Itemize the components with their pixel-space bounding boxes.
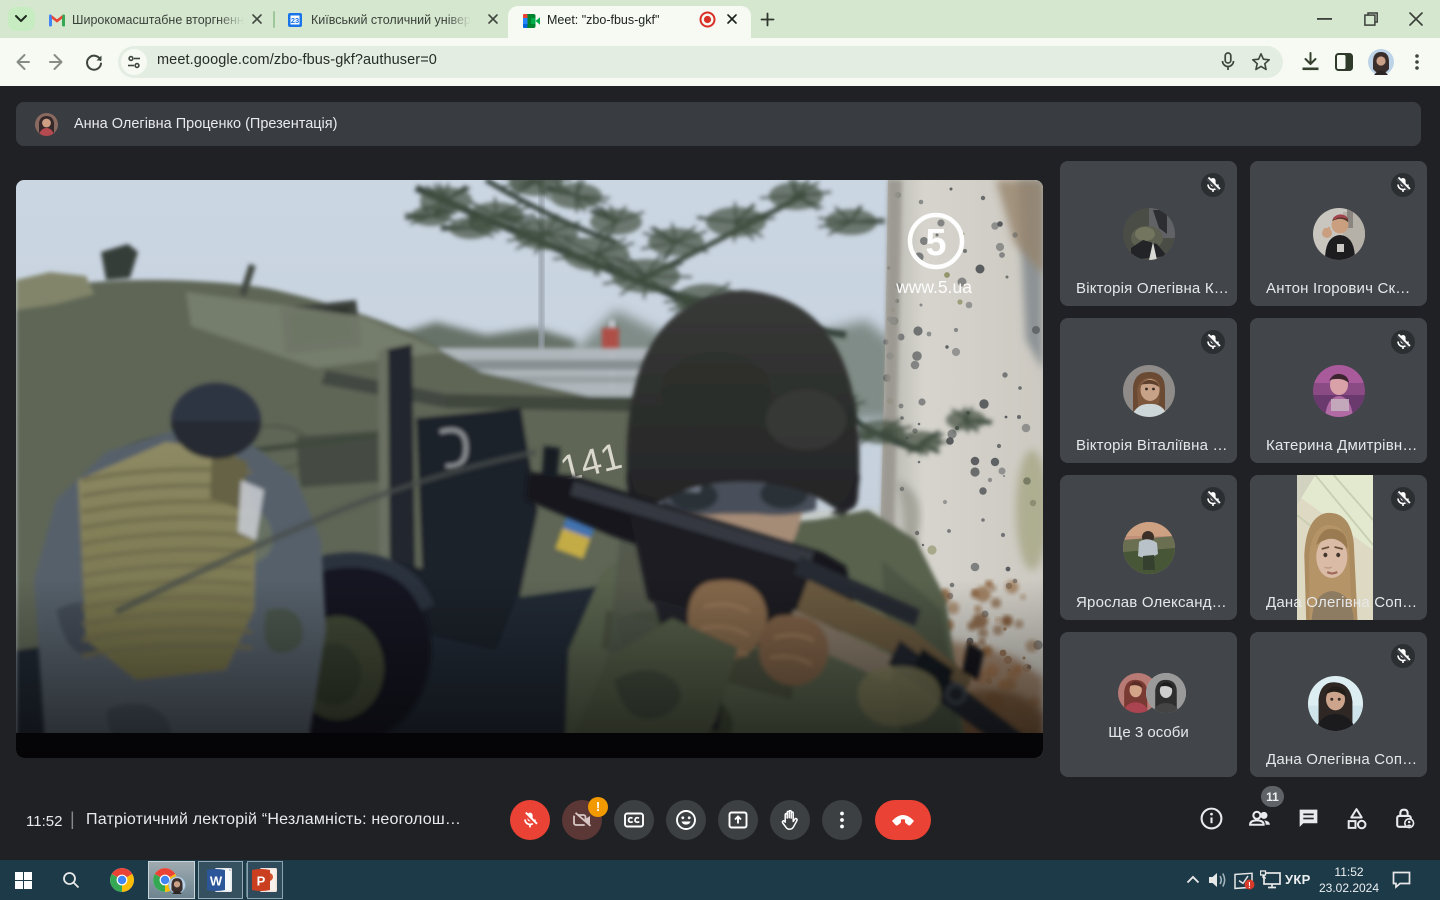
svg-text:!: !	[1248, 881, 1251, 890]
svg-text:5: 5	[925, 222, 946, 264]
svg-text:P: P	[257, 874, 266, 889]
svg-text:www.5.ua: www.5.ua	[895, 277, 972, 297]
svg-text:11: 11	[1266, 790, 1279, 804]
svg-text:23: 23	[291, 16, 299, 25]
svg-text:W: W	[210, 874, 223, 889]
